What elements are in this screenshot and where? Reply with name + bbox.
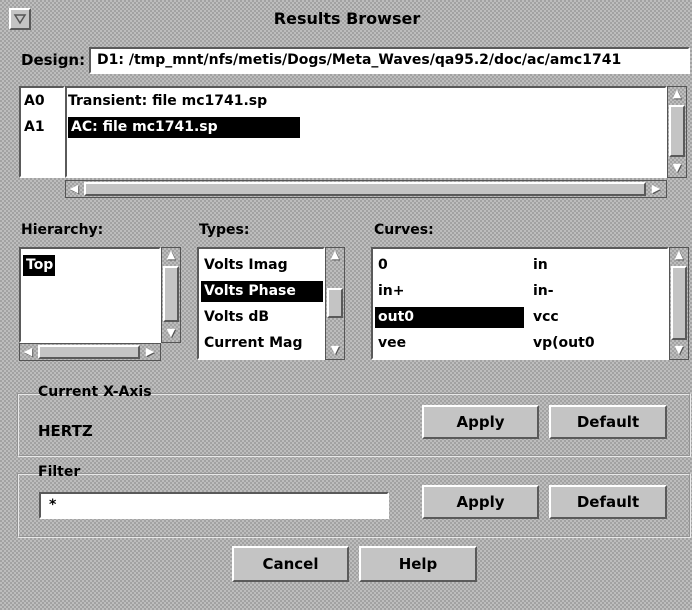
cancel-button[interactable]: Cancel <box>232 546 349 582</box>
types-item[interactable]: Volts dB <box>201 307 325 328</box>
filter-legend: Filter <box>38 464 81 480</box>
xaxis-apply-button[interactable]: Apply <box>422 405 539 439</box>
scroll-up-icon[interactable]: ▲ <box>162 248 180 262</box>
curve-item[interactable]: in <box>530 255 656 276</box>
design-label: Design: <box>21 51 86 69</box>
results-vscrollbar[interactable]: ▲ ▼ <box>667 86 687 178</box>
hierarchy-hscrollbar[interactable]: ◀ ▶ <box>19 343 161 361</box>
result-id: A1 <box>24 119 45 135</box>
result-id: A0 <box>24 93 45 109</box>
scroll-down-icon[interactable]: ▼ <box>668 161 686 175</box>
curve-item[interactable]: vp(out0 <box>530 333 656 354</box>
scroll-thumb[interactable] <box>163 266 179 322</box>
xaxis-apply-label: Apply <box>456 413 505 431</box>
design-path: D1: /tmp_mnt/nfs/metis/Dogs/Meta_Waves/q… <box>97 52 622 68</box>
scroll-thumb[interactable] <box>669 105 685 157</box>
curves-list[interactable]: 0 in in+ in- out0 vcc vee vp(out0 <box>371 247 669 360</box>
help-button[interactable]: Help <box>359 546 477 582</box>
result-row[interactable]: A0 Transient: file mc1741.sp <box>21 91 627 112</box>
design-field[interactable]: D1: /tmp_mnt/nfs/metis/Dogs/Meta_Waves/q… <box>89 47 690 74</box>
result-row[interactable]: A1 AC: file mc1741.sp <box>21 117 627 138</box>
hierarchy-label: Hierarchy: <box>21 222 104 238</box>
filter-value: * <box>49 497 57 513</box>
current-xaxis-legend: Current X-Axis <box>38 384 152 400</box>
types-label: Types: <box>199 222 250 238</box>
scroll-down-icon[interactable]: ▼ <box>162 326 180 340</box>
scroll-down-icon[interactable]: ▼ <box>326 343 344 357</box>
types-list[interactable]: Volts Imag Volts Phase Volts dB Current … <box>197 247 325 360</box>
types-item[interactable]: Current Mag <box>201 333 325 354</box>
window-title: Results Browser <box>273 9 421 28</box>
scroll-thumb[interactable] <box>327 288 343 318</box>
scroll-right-icon[interactable]: ▶ <box>142 345 158 359</box>
result-text: AC: file mc1741.sp <box>68 117 300 138</box>
scroll-up-icon[interactable]: ▲ <box>670 248 688 262</box>
cancel-label: Cancel <box>262 555 319 573</box>
filter-default-button[interactable]: Default <box>549 485 667 519</box>
help-label: Help <box>398 555 438 573</box>
xaxis-value: HERTZ <box>38 422 93 440</box>
scroll-thumb[interactable] <box>671 266 687 340</box>
filter-input[interactable]: * <box>39 492 389 519</box>
scroll-right-icon[interactable]: ▶ <box>648 182 664 196</box>
scroll-thumb[interactable] <box>84 182 646 196</box>
types-vscrollbar[interactable]: ▲ ▼ <box>325 247 345 360</box>
scroll-left-icon[interactable]: ◀ <box>20 345 36 359</box>
filter-apply-label: Apply <box>456 493 505 511</box>
curve-item[interactable]: vcc <box>530 307 656 328</box>
result-text: Transient: file mc1741.sp <box>68 93 268 109</box>
results-hscrollbar[interactable]: ◀ ▶ <box>65 180 667 198</box>
results-rows: A0 Transient: file mc1741.sp A1 AC: file m… <box>21 91 661 171</box>
scroll-up-icon[interactable]: ▲ <box>326 248 344 262</box>
filter-default-label: Default <box>576 493 640 511</box>
types-item[interactable]: Volts Imag <box>201 255 325 276</box>
curve-item[interactable]: out0 <box>375 307 524 328</box>
scroll-up-icon[interactable]: ▲ <box>668 87 686 101</box>
xaxis-default-label: Default <box>576 413 640 431</box>
curve-item[interactable]: in- <box>530 281 656 302</box>
hierarchy-list[interactable]: Top <box>19 247 161 343</box>
filter-apply-button[interactable]: Apply <box>422 485 539 519</box>
scroll-down-icon[interactable]: ▼ <box>670 343 688 357</box>
xaxis-default-button[interactable]: Default <box>549 405 667 439</box>
hierarchy-vscrollbar[interactable]: ▲ ▼ <box>161 247 181 343</box>
curves-label: Curves: <box>374 222 434 238</box>
hierarchy-item[interactable]: Top <box>23 255 55 276</box>
curve-item[interactable]: 0 <box>375 255 521 276</box>
curves-vscrollbar[interactable]: ▲ ▼ <box>669 247 689 360</box>
scroll-left-icon[interactable]: ◀ <box>66 182 82 196</box>
scroll-thumb[interactable] <box>38 345 140 359</box>
types-item[interactable]: Volts Phase <box>201 281 323 302</box>
curve-item[interactable]: vee <box>375 333 521 354</box>
curve-item[interactable]: in+ <box>375 281 521 302</box>
